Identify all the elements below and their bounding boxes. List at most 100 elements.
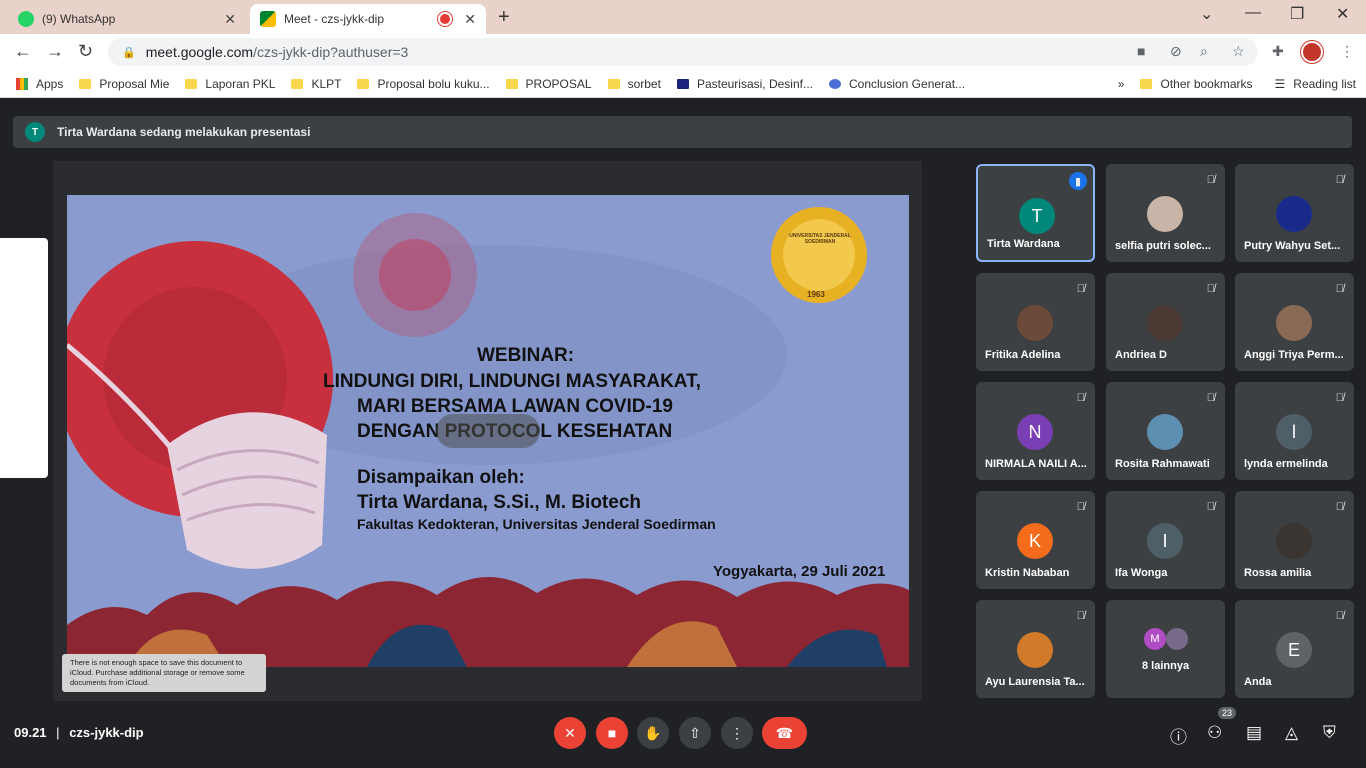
info-icon[interactable]: ⓘ (1170, 723, 1187, 748)
avatar (1147, 196, 1183, 232)
close-tab-icon[interactable]: ✕ (224, 11, 236, 28)
participant-tile[interactable]: 🎙̸ Fritika Adelina (976, 273, 1095, 371)
tab-meet[interactable]: Meet - czs-jykk-dip ✕ (250, 4, 486, 34)
participant-tile[interactable]: 🎙̸ l lynda ermelinda (1235, 382, 1354, 480)
recording-icon (440, 14, 451, 24)
avatar (1276, 305, 1312, 341)
participant-name: Kristin Nababan (985, 567, 1070, 579)
lock-icon: 🔒 (122, 46, 136, 59)
mic-off-icon: 🎙̸ (1206, 392, 1215, 404)
participant-tile[interactable]: 🎙̸ Rossa amilia (1235, 491, 1354, 589)
host-controls-icon[interactable]: ⛨ (1323, 723, 1336, 743)
extensions-icon[interactable]: ✚ (1272, 43, 1284, 60)
avatar (1017, 632, 1053, 668)
restore-icon[interactable]: ❐ (1290, 4, 1304, 24)
side-panel-handle[interactable] (0, 238, 48, 478)
tab-whatsapp[interactable]: (9) WhatsApp ✕ (8, 4, 246, 34)
leave-call-button[interactable]: ☎ (762, 717, 807, 749)
address-bar[interactable]: 🔒 meet.google.com/czs-jykk-dip?authuser=… (108, 38, 1258, 66)
participant-name: Ifa Wonga (1115, 567, 1168, 579)
bookmark-item[interactable]: Conclusion Generat... (828, 77, 965, 91)
bookmark-item[interactable]: KLPT (291, 77, 341, 91)
meeting-info: 09.21 | czs-jykk-dip (14, 725, 144, 740)
participant-tile[interactable]: ▮ T Tirta Wardana (976, 164, 1095, 262)
bookmark-star-icon[interactable]: ☆ (1232, 43, 1245, 60)
meet-app: T Tirta Wardana sedang melakukan present… (0, 99, 1366, 768)
camera-toggle-button[interactable]: ■ (596, 717, 628, 749)
more-options-button[interactable]: ⋮ (721, 717, 753, 749)
avatar (1276, 196, 1312, 232)
camera-icon[interactable]: ■ (1137, 43, 1145, 59)
mic-blocked-icon[interactable]: ⊘ (1170, 43, 1182, 60)
apps-icon (16, 77, 28, 90)
mic-off-icon: 🎙̸ (1335, 392, 1344, 404)
avatar (1017, 305, 1053, 341)
close-window-icon[interactable]: ✕ (1336, 4, 1349, 24)
bookmarks-bar: Apps Proposal Mie Laporan PKL KLPT Propo… (0, 70, 1366, 98)
reload-icon[interactable]: ↻ (78, 41, 93, 62)
bookmark-item[interactable]: PROPOSAL (505, 77, 592, 91)
slide-date: Yogyakarta, 29 Juli 2021 (713, 563, 886, 580)
participant-name: lynda ermelinda (1244, 458, 1328, 470)
mic-toggle-button[interactable]: ✕ (554, 717, 586, 749)
meeting-code: czs-jykk-dip (69, 725, 144, 740)
forward-icon[interactable]: → (46, 41, 64, 62)
participant-tile[interactable]: 🎙̸ Andriea D (1106, 273, 1225, 371)
reading-list[interactable]: ☰ Reading list (1275, 77, 1356, 91)
mic-off-icon: 🎙̸ (1206, 283, 1215, 295)
zoom-icon[interactable]: ⌕ (1200, 43, 1208, 60)
slide-by-label: Disampaikan oleh: (357, 467, 525, 488)
presenter-avatar: T (25, 122, 45, 142)
slide-line: LINDUNGI DIRI, LINDUNGI MASYARAKAT, (323, 371, 701, 392)
folder-icon (357, 78, 370, 89)
folder-icon (607, 78, 620, 89)
raise-hand-button[interactable]: ✋ (637, 717, 669, 749)
bookmark-item[interactable]: Pasteurisasi, Desinf... (676, 77, 813, 91)
bookmark-item[interactable]: sorbet (607, 77, 661, 91)
meeting-controls-bar: 09.21 | czs-jykk-dip ✕ ■ ✋ ⇧ ⋮ ☎ ⓘ ⚇ 23 … (0, 707, 1366, 768)
participant-tile[interactable]: 🎙̸ Anggi Triya Perm... (1235, 273, 1354, 371)
bookmark-item[interactable]: Laporan PKL (185, 77, 275, 91)
profile-avatar[interactable] (1301, 41, 1323, 63)
activities-icon[interactable]: ◬ (1285, 723, 1298, 743)
reading-list-icon: ☰ (1274, 76, 1286, 91)
bookmark-apps[interactable]: Apps (16, 77, 63, 91)
mic-off-icon: 🎙̸ (1206, 174, 1215, 186)
people-icon[interactable]: ⚇ (1207, 723, 1222, 743)
tab-strip: (9) WhatsApp ✕ Meet - czs-jykk-dip ✕ + ⌄… (0, 0, 1366, 34)
participant-name: Tirta Wardana (987, 238, 1060, 250)
menu-icon[interactable]: ⋮ (1340, 43, 1354, 60)
more-participants-tile[interactable]: M 8 lainnya (1106, 600, 1225, 698)
participant-tile[interactable]: 🎙̸ Putry Wahyu Set... (1235, 164, 1354, 262)
speaking-icon: ▮ (1069, 172, 1087, 190)
tab-search-icon[interactable]: ⌄ (1200, 4, 1213, 24)
participant-count-badge: 23 (1218, 707, 1237, 719)
page-icon (676, 78, 689, 89)
presenting-text: Tirta Wardana sedang melakukan presentas… (57, 125, 311, 139)
back-icon[interactable]: ← (14, 41, 32, 62)
bookmark-item[interactable]: Proposal Mie (79, 77, 169, 91)
participant-name: Andriea D (1115, 349, 1167, 361)
avatar (1147, 414, 1183, 450)
chat-icon[interactable]: ▤ (1246, 723, 1262, 743)
participant-tile[interactable]: 🎙̸ Rosita Rahmawati (1106, 382, 1225, 480)
participant-tile[interactable]: 🎙̸ selfia putri solec... (1106, 164, 1225, 262)
close-tab-icon[interactable]: ✕ (464, 11, 476, 28)
participant-tile[interactable]: 🎙̸ I Ifa Wonga (1106, 491, 1225, 589)
new-tab-icon[interactable]: + (498, 6, 510, 29)
participant-name: NIRMALA NAILI A... (985, 458, 1087, 470)
participant-name: Anggi Triya Perm... (1244, 349, 1344, 361)
divider: | (56, 725, 60, 740)
present-button[interactable]: ⇧ (679, 717, 711, 749)
participant-tile[interactable]: 🎙̸ N NIRMALA NAILI A... (976, 382, 1095, 480)
minimize-icon[interactable]: — (1245, 4, 1261, 22)
participant-tile[interactable]: 🎙̸ K Kristin Nababan (976, 491, 1095, 589)
url-path: /czs-jykk-dip?authuser=3 (253, 44, 409, 60)
other-bookmarks[interactable]: Other bookmarks (1140, 77, 1253, 91)
presenting-banner: T Tirta Wardana sedang melakukan present… (13, 116, 1352, 148)
participant-tile-self[interactable]: 🎙̸ E Anda (1235, 600, 1354, 698)
slide-overlay-controls[interactable] (436, 414, 540, 448)
participant-tile[interactable]: 🎙̸ Ayu Laurensia Ta... (976, 600, 1095, 698)
bookmark-item[interactable]: Proposal bolu kuku... (357, 77, 490, 91)
more-bookmarks-icon[interactable]: » (1118, 77, 1125, 91)
